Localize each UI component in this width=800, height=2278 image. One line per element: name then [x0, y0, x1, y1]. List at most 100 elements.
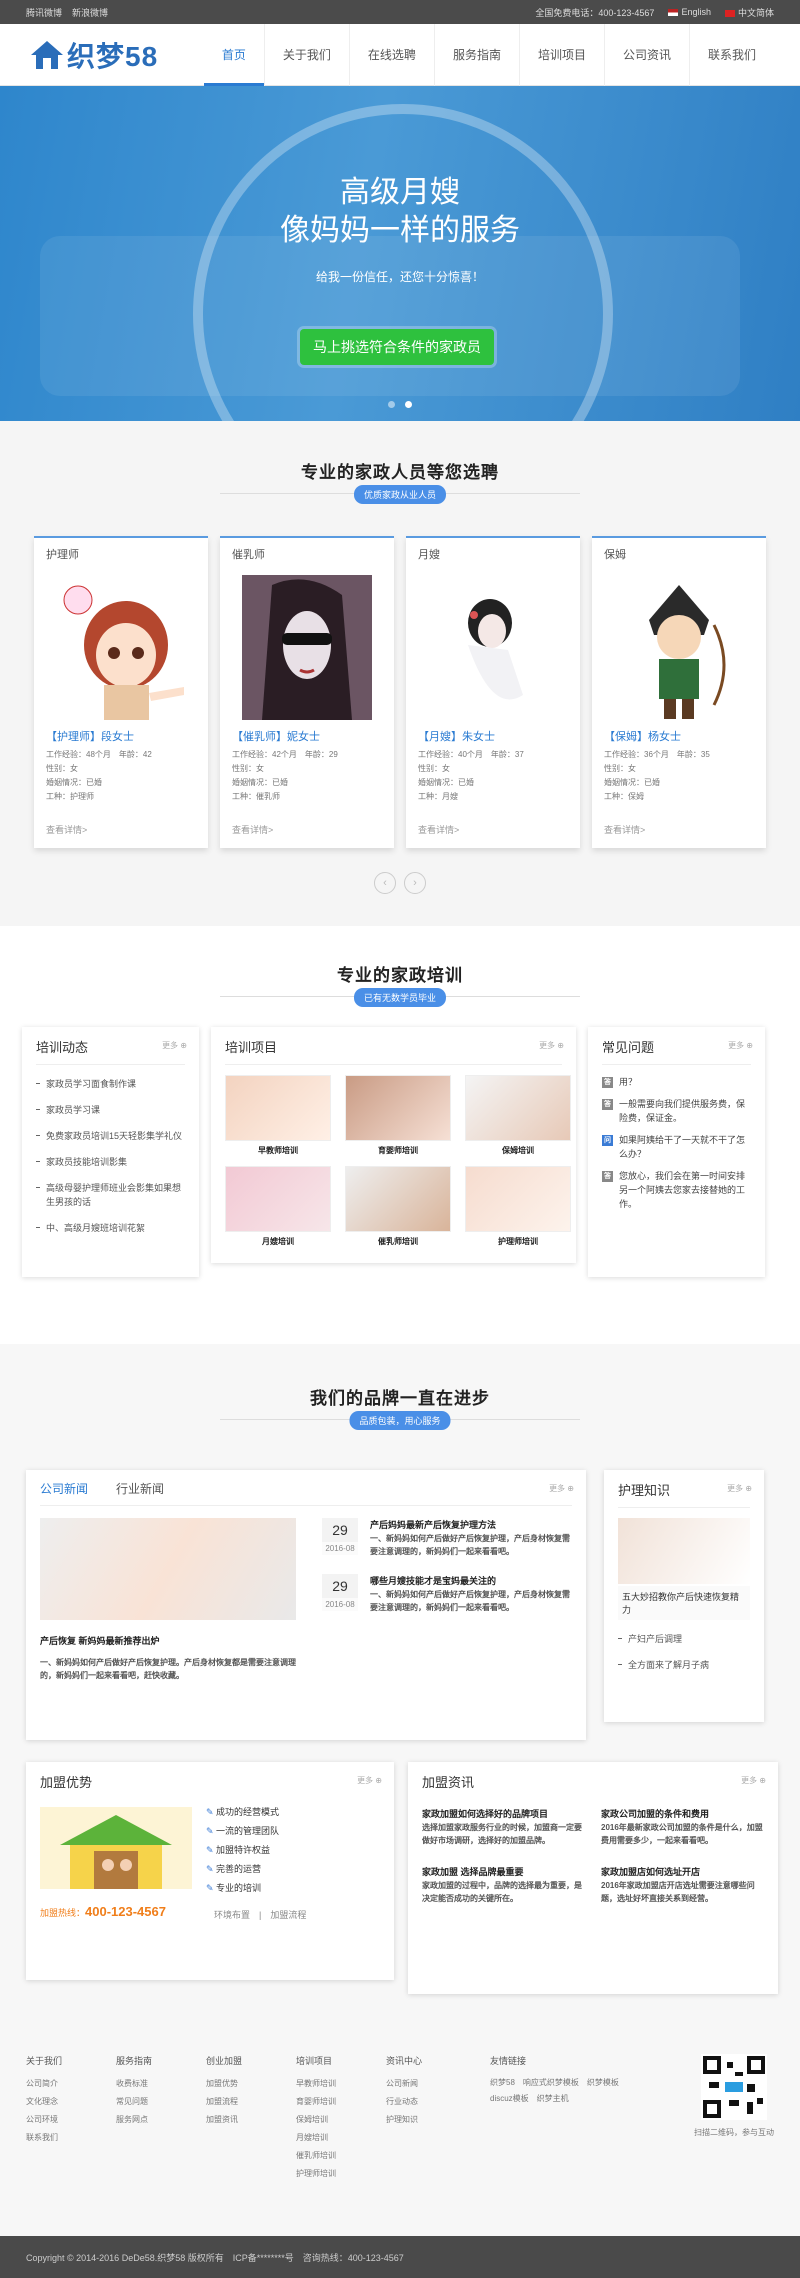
footer-link[interactable]: 加盟流程 — [206, 2093, 296, 2111]
tencent-weibo-link[interactable]: 腾讯微博 — [26, 8, 62, 18]
news-item[interactable]: 29 2016-08 哪些月嫂技能才是宝妈最关注的 一、新妈妈如何产后做好产后恢复护理… — [322, 1574, 572, 1614]
more-link[interactable]: 更多 ⊕ — [357, 1775, 382, 1786]
footer-link[interactable]: 月嫂培训 — [296, 2129, 386, 2147]
cta-button[interactable]: 马上挑选符合条件的家政员 — [300, 329, 494, 365]
list-item[interactable]: 中、高级月嫂班培训花絮 — [36, 1221, 185, 1235]
next-arrow-icon[interactable]: › — [404, 872, 426, 894]
tab-company-news[interactable]: 公司新闻 — [40, 1480, 88, 1497]
list-item[interactable]: 家政员技能培训影集 — [36, 1155, 185, 1169]
training-section: 专业的家政培训 已有无数学员毕业 培训动态 更多 ⊕ 家政员学习面食制作课 家政… — [0, 926, 800, 1344]
footer-link[interactable]: 护理知识 — [386, 2111, 476, 2129]
faq-item[interactable]: 答您放心，我们会在第一时间安排另一个阿姨去您家去接替她的工作。 — [602, 1169, 751, 1211]
staff-name[interactable]: 【护理师】段女士 — [46, 728, 196, 744]
more-link[interactable]: 更多 ⊕ — [727, 1483, 752, 1494]
more-link[interactable]: 更多 ⊕ — [162, 1040, 187, 1051]
staff-name[interactable]: 【月嫂】朱女士 — [418, 728, 568, 744]
project-item[interactable]: 护理师培训 — [465, 1166, 571, 1247]
list-item[interactable]: 高级母婴护理师班业会影集如果想生男孩的话 — [36, 1181, 185, 1209]
nav-home[interactable]: 首页 — [203, 24, 264, 86]
tab-industry-news[interactable]: 行业新闻 — [116, 1480, 164, 1497]
view-details-link[interactable]: 查看详情> — [604, 823, 645, 836]
more-link[interactable]: 更多 ⊕ — [549, 1483, 574, 1494]
footer-link[interactable]: 育婴师培训 — [296, 2093, 386, 2111]
environment-link[interactable]: 环境布置 — [214, 1910, 250, 1920]
footer-link[interactable]: 加盟资讯 — [206, 2111, 296, 2129]
footer-link[interactable]: 保姆培训 — [296, 2111, 386, 2129]
footer-link[interactable]: 公司简介 — [26, 2075, 116, 2093]
sina-weibo-link[interactable]: 新浪微博 — [72, 8, 108, 18]
franchise-news-item[interactable]: 家政加盟如何选择好的品牌项目 选择加盟家政服务行业的时候，加盟商一定要做好市场调研… — [422, 1807, 585, 1847]
featured-news[interactable]: 产后恢复 新妈妈最新推荐出炉 一、新妈妈如何产后做好产后恢复护理。产后身材恢复都… — [40, 1518, 296, 1682]
list-item[interactable]: 产妇产后调理 — [618, 1632, 750, 1646]
advantage-item[interactable]: ✎ 完善的运营 — [206, 1860, 306, 1879]
footer-link[interactable]: 催乳师培训 — [296, 2147, 386, 2165]
franchise-news-item[interactable]: 家政加盟 选择品牌最重要 家政加盟的过程中，品牌的选择最为重要，是决定能否成功的关… — [422, 1865, 585, 1905]
main-nav: 首页 关于我们 在线选聘 服务指南 培训项目 公司资讯 联系我们 — [203, 23, 774, 86]
nav-news[interactable]: 公司资讯 — [603, 23, 689, 86]
nav-about[interactable]: 关于我们 — [263, 23, 349, 86]
footer-link[interactable]: 公司新闻 — [386, 2075, 476, 2093]
advantage-item[interactable]: ✎ 专业的培训 — [206, 1879, 306, 1898]
view-details-link[interactable]: 查看详情> — [46, 823, 87, 836]
view-details-link[interactable]: 查看详情> — [232, 823, 273, 836]
process-link[interactable]: 加盟流程 — [270, 1910, 306, 1920]
footer-col-join: 创业加盟 加盟优势 加盟流程 加盟资讯 — [206, 2054, 296, 2208]
house-family-illustration — [40, 1807, 192, 1889]
answer-icon: 答 — [602, 1077, 613, 1088]
footer-link[interactable]: 联系我们 — [26, 2129, 116, 2147]
list-item[interactable]: 免费家政员培训15天轻影集学礼仪 — [36, 1129, 185, 1143]
lang-cn-link[interactable]: 中文简体 — [724, 6, 774, 19]
slide-dot[interactable] — [388, 401, 395, 408]
prev-arrow-icon[interactable]: ‹ — [374, 872, 396, 894]
footer-link[interactable]: 服务网点 — [116, 2111, 206, 2129]
faq-item[interactable]: 问如果阿姨给干了一天就不干了怎么办？ — [602, 1133, 751, 1161]
advantage-item[interactable]: ✎ 一流的管理团队 — [206, 1822, 306, 1841]
franchise-news-item[interactable]: 家政公司加盟的条件和费用 2016年最新家政公司加盟的条件是什么，加盟费用需要多少… — [601, 1807, 764, 1847]
project-item[interactable]: 早教师培训 — [225, 1075, 331, 1156]
footer-link[interactable]: 收费标准 — [116, 2075, 206, 2093]
logo[interactable]: 织梦58 — [30, 35, 158, 75]
slide-dot-active[interactable] — [405, 401, 412, 408]
nav-contact[interactable]: 联系我们 — [688, 23, 774, 86]
staff-card[interactable]: 保姆 【保姆】杨女士 工作经验：36个月 年龄：35 性别：女 婚姻情况：已婚 工种：… — [592, 536, 766, 848]
staff-card[interactable]: 催乳师 【催乳师】妮女士 工作经验：42个月 年龄：29 性别：女 婚姻情况：已婚工… — [220, 536, 394, 848]
franchise-news-item[interactable]: 家政加盟店如何选址开店 2016年家政加盟店开店选址需要注意哪些问题，选址好坏直接… — [601, 1865, 764, 1905]
project-item[interactable]: 育婴师培训 — [345, 1075, 451, 1156]
more-link[interactable]: 更多 ⊕ — [741, 1775, 766, 1786]
care-feature-title[interactable]: 五大妙招教你产后快速恢复精力 — [618, 1586, 750, 1620]
project-item[interactable]: 催乳师培训 — [345, 1166, 451, 1247]
more-link[interactable]: 更多 ⊕ — [539, 1040, 564, 1051]
nav-hire[interactable]: 在线选聘 — [348, 23, 434, 86]
lang-en-link[interactable]: English — [668, 7, 711, 17]
list-item[interactable]: 全方面来了解月子病 — [618, 1658, 750, 1672]
section-title: 专业的家政培训 — [337, 966, 463, 985]
staff-name[interactable]: 【保姆】杨女士 — [604, 728, 754, 744]
nav-guide[interactable]: 服务指南 — [433, 23, 519, 86]
faq-item[interactable]: 答一般需要向我们提供服务费，保险费，保证金。 — [602, 1097, 751, 1125]
staff-card[interactable]: 月嫂 【月嫂】朱女士 工作经验：40个月 年龄：37 性别：女 婚姻情况：已婚 工种：… — [406, 536, 580, 848]
footer-link[interactable]: 常见问题 — [116, 2093, 206, 2111]
list-item[interactable]: 家政员学习课 — [36, 1103, 185, 1117]
news-item[interactable]: 29 2016-08 产后妈妈最新产后恢复护理方法 一、新妈妈如何产后做好产后恢复护理… — [322, 1518, 572, 1558]
list-item[interactable]: 家政员学习面食制作课 — [36, 1077, 185, 1091]
project-item[interactable]: 月嫂培训 — [225, 1166, 331, 1247]
footer-link[interactable]: 加盟优势 — [206, 2075, 296, 2093]
franchise-hotline: 加盟热线：400-123-4567 — [40, 1904, 166, 1919]
footer-link[interactable]: 早教师培训 — [296, 2075, 386, 2093]
advantage-item[interactable]: ✎ 成功的经营模式 — [206, 1803, 306, 1822]
footer-link[interactable]: 行业动态 — [386, 2093, 476, 2111]
staff-card[interactable]: 护理师 【护理师】段女士 工作经验：48个月 年龄：42 性别：女 婚姻情况：已婚工… — [34, 536, 208, 848]
footer-link[interactable]: 公司环境 — [26, 2111, 116, 2129]
friend-link-list[interactable]: 织梦58 响应式织梦模板 织梦模板 discuz模板 织梦主机 — [490, 2075, 640, 2107]
staff-section: 专业的家政人员等您选聘 优质家政从业人员 护理师 【护理师】段女士 工作经验：4… — [0, 421, 800, 926]
footer-link[interactable]: 文化理念 — [26, 2093, 116, 2111]
footer-link[interactable]: 护理师培训 — [296, 2165, 386, 2183]
advantage-item[interactable]: ✎ 加盟特许权益 — [206, 1841, 306, 1860]
staff-name[interactable]: 【催乳师】妮女士 — [232, 728, 382, 744]
staff-meta: 工作经验：48个月 年龄：42 性别：女 婚姻情况：已婚 工种：护理师 — [46, 750, 152, 801]
nav-training[interactable]: 培训项目 — [518, 23, 604, 86]
view-details-link[interactable]: 查看详情> — [418, 823, 459, 836]
faq-item[interactable]: 答用？ — [602, 1075, 751, 1089]
project-item[interactable]: 保姆培训 — [465, 1075, 571, 1156]
more-link[interactable]: 更多 ⊕ — [728, 1040, 753, 1051]
